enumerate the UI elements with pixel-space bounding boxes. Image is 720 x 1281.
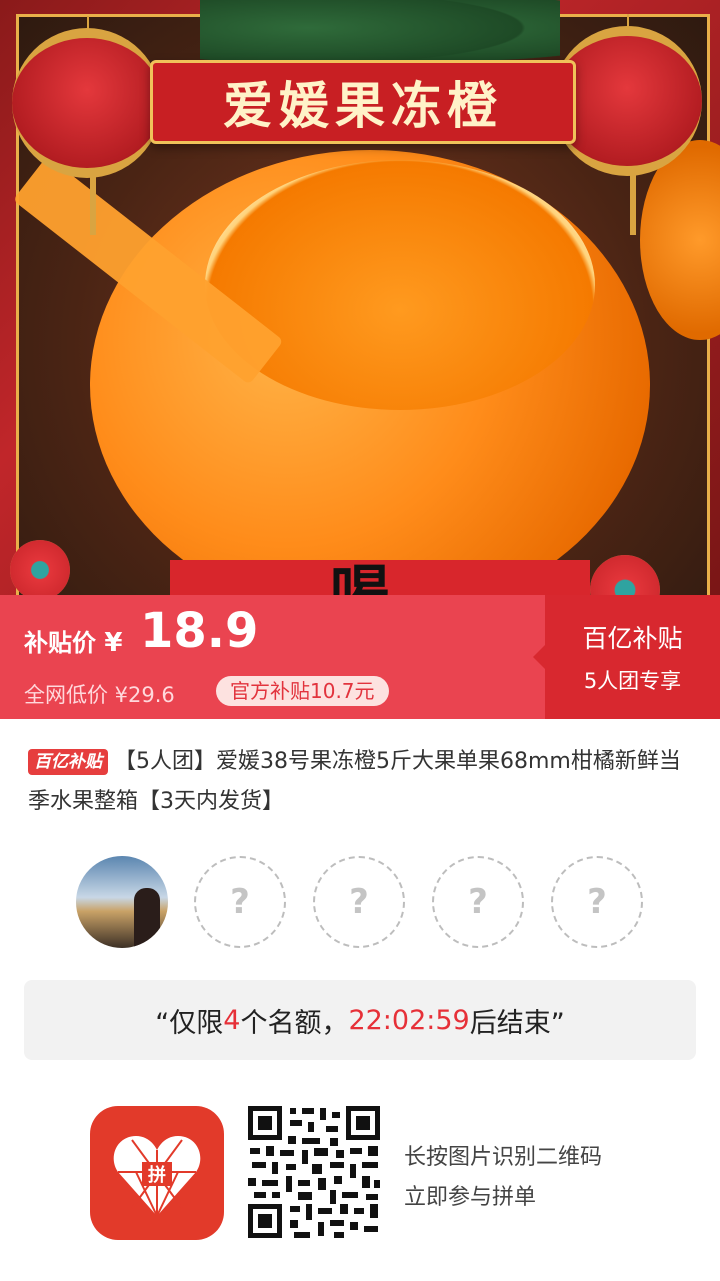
empty-slot[interactable]: ? xyxy=(313,856,405,948)
notice-prefix: “仅限 xyxy=(155,1007,224,1039)
price-value: 18.9 xyxy=(140,603,259,659)
subsidy-chip: 官方补贴10.7元 xyxy=(216,676,389,706)
tassel-right xyxy=(630,175,636,235)
price-label-row: 补贴价 ¥ xyxy=(24,623,122,658)
group-avatars: ? ? ? ? xyxy=(76,856,656,952)
countdown-timer: 22:02:59 xyxy=(348,1004,470,1036)
notice-middle: 个名额， xyxy=(240,1007,349,1039)
promo-subtitle: 5人团专享 xyxy=(583,669,682,693)
original-price: 全网低价 ¥29.6 xyxy=(24,683,175,707)
orange-cut-top xyxy=(205,160,595,410)
flower-left-icon xyxy=(10,540,70,595)
subsidy-badge: 百亿补贴 xyxy=(28,749,108,775)
tassel-left xyxy=(90,175,96,235)
logo-glyph: 拼 xyxy=(148,1164,166,1186)
promo-panel: 百亿补贴 5人团专享 xyxy=(533,595,720,719)
currency-symbol: ¥ xyxy=(104,628,123,658)
hero-title: 爱媛果冻橙 xyxy=(223,76,503,135)
hero-overlay-text: 喝 xyxy=(330,559,390,595)
question-icon: ? xyxy=(230,882,250,922)
qr-line-1: 长按图片识别二维码 xyxy=(404,1145,603,1170)
price-bar: 补贴价 ¥ 18.9 全网低价 ¥29.6 官方补贴10.7元 百亿补贴 5人团… xyxy=(0,595,720,719)
question-icon: ? xyxy=(468,882,488,922)
qr-code-icon xyxy=(246,1104,382,1240)
slots-remaining: 4 xyxy=(223,1004,241,1036)
empty-slot[interactable]: ? xyxy=(194,856,286,948)
empty-slot[interactable]: ? xyxy=(551,856,643,948)
promo-title: 百亿补贴 xyxy=(582,624,683,653)
price-section: 补贴价 ¥ 18.9 全网低价 ¥29.6 官方补贴10.7元 xyxy=(0,595,545,719)
product-title: 【5人团】爱媛38号果冻橙5斤大果单果68mm柑橘新鲜当季水果整箱【3天内发货】 xyxy=(28,749,681,814)
product-title-block[interactable]: 百亿补贴 【5人团】爱媛38号果冻橙5斤大果单果68mm柑橘新鲜当季水果整箱【3天… xyxy=(28,742,692,822)
qr-code[interactable] xyxy=(246,1104,382,1240)
heart-logo-icon: 拼 xyxy=(113,1136,201,1217)
product-hero-image[interactable]: 爱媛果冻橙 喝 xyxy=(0,0,720,595)
empty-slot[interactable]: ? xyxy=(432,856,524,948)
pinduoduo-logo-icon: 拼 xyxy=(90,1106,224,1240)
qr-line-2: 立即参与拼单 xyxy=(404,1185,537,1210)
member-avatar xyxy=(76,856,168,948)
price-label: 补贴价 xyxy=(24,629,96,657)
notice-suffix: 后结束” xyxy=(469,1007,565,1039)
countdown-notice: “仅限 4 个名额， 22:02:59 后结束” xyxy=(24,980,696,1060)
question-icon: ? xyxy=(587,882,607,922)
lantern-left-icon xyxy=(12,16,162,178)
question-icon: ? xyxy=(349,882,369,922)
qr-instructions: 长按图片识别二维码 立即参与拼单 xyxy=(404,1138,602,1218)
hero-title-banner: 爱媛果冻橙 xyxy=(150,60,576,144)
